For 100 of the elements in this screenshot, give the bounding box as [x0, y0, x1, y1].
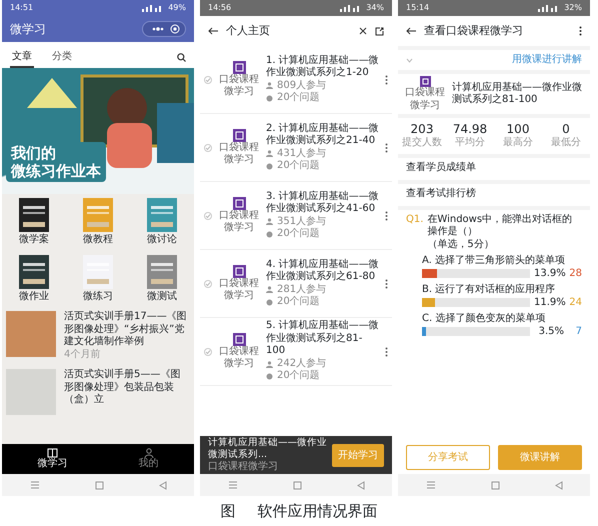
status-time: 15:14 — [406, 3, 430, 13]
participant-count: 281人参与 — [277, 284, 326, 296]
popup-publisher: 口袋课程微学习 — [208, 460, 279, 474]
article-title[interactable]: 活页式实训手册17——《图形图像处理》“乡村振兴”党建文化墙制作举例 — [64, 311, 190, 348]
question-dot-icon — [266, 94, 273, 102]
course-title[interactable]: 2. 计算机应用基础——微作业微测试系列之21-40 — [266, 122, 381, 148]
course-title[interactable]: 4. 计算机应用基础——微作业微测试系列之61-80 — [266, 258, 381, 284]
answer-count: 28 — [568, 268, 582, 280]
course-title[interactable]: 1. 计算机应用基础——微作业微测试系列之1-20 — [266, 54, 381, 80]
publisher-name: 口袋课程微学习 — [218, 210, 260, 234]
back-arrow-icon[interactable] — [406, 27, 416, 35]
question-dot-icon — [266, 373, 273, 380]
share-icon[interactable] — [375, 26, 384, 36]
person-icon — [266, 150, 273, 158]
back-arrow-icon[interactable] — [208, 27, 218, 35]
answer-count: 7 — [574, 326, 582, 338]
question-number: Q1. — [406, 214, 424, 226]
check-circle-icon — [204, 212, 212, 220]
publisher-name: 口袋课程微学习 — [218, 142, 260, 166]
back-icon[interactable] — [356, 480, 364, 490]
course-logo-icon — [232, 332, 246, 346]
stat-value: 100 — [506, 122, 530, 136]
category-label[interactable]: 微作业 — [19, 290, 49, 303]
category-label[interactable]: 微练习 — [83, 290, 113, 303]
option-label: B. 运行了有对话框的应用程序 — [422, 284, 556, 295]
course-logo-icon — [232, 196, 246, 210]
person-icon — [266, 286, 273, 294]
back-icon[interactable] — [554, 480, 562, 490]
more-icon[interactable] — [385, 278, 388, 288]
menu-icon[interactable] — [30, 481, 40, 489]
percentage: 11.9% — [534, 296, 564, 309]
person-icon — [266, 360, 273, 368]
percentage: 13.9% — [534, 268, 564, 280]
back-icon[interactable] — [158, 480, 166, 490]
participant-count: 351人参与 — [277, 216, 326, 228]
category-label[interactable]: 微学案 — [19, 234, 49, 246]
search-icon[interactable] — [177, 53, 186, 62]
stat-value: 0 — [562, 122, 570, 137]
course-title[interactable]: 5. 计算机应用基础——微作业微测试系列之81-100 — [266, 320, 381, 358]
participant-count: 242人参与 — [277, 358, 326, 370]
question-dot-icon — [266, 298, 273, 306]
more-icon[interactable] — [579, 26, 582, 36]
capsule-menu-icon[interactable] — [142, 21, 186, 37]
tab[interactable]: 分类 — [50, 48, 74, 68]
category-label[interactable]: 微讨论 — [147, 234, 177, 246]
app-title: 微学习 — [10, 22, 46, 36]
question-count: 20个问题 — [277, 92, 320, 104]
check-circle-icon — [204, 144, 212, 152]
check-circle-icon — [204, 280, 212, 288]
question-note: （单选，5分） — [427, 238, 495, 251]
publisher-name: 口袋课程微学习 — [404, 87, 446, 112]
status-time: 14:51 — [10, 3, 34, 13]
course-logo-icon — [232, 128, 246, 142]
option-label: C. 选择了颜色变灰的菜单项 — [422, 313, 546, 324]
page-title: 个人主页 — [226, 24, 271, 38]
category-label[interactable]: 微教程 — [83, 234, 113, 246]
book-cover-icon[interactable] — [19, 254, 49, 288]
menu-icon[interactable] — [426, 481, 436, 489]
home-icon[interactable] — [490, 480, 500, 490]
battery-percentage: 34% — [366, 3, 384, 13]
check-circle-icon — [204, 348, 212, 356]
participant-count: 809人参与 — [277, 80, 326, 92]
stat-label: 最低分 — [551, 137, 581, 150]
nav-item[interactable]: 我的 — [138, 448, 158, 470]
course-title[interactable]: 3. 计算机应用基础——微作业微测试系列之41-60 — [266, 190, 381, 216]
more-icon[interactable] — [385, 142, 388, 152]
menu-icon[interactable] — [228, 481, 238, 489]
option-label: A. 选择了带三角形箭头的菜单项 — [422, 255, 566, 266]
question-count: 20个问题 — [277, 370, 320, 383]
banner-title: 我们的 — [11, 144, 57, 162]
stat-label: 最高分 — [503, 137, 533, 150]
article-title[interactable]: 活页式实训手册5——《图形图像处理》包装品包装（盒）立 — [64, 369, 190, 406]
close-icon[interactable] — [359, 27, 367, 35]
question-text: 在Windows中，能弹出对话框的操作是（） — [427, 214, 574, 238]
page-title: 查看口袋课程微学习 — [424, 24, 524, 38]
book-cover-icon[interactable] — [19, 198, 49, 232]
photo-placeholder — [6, 369, 56, 415]
more-icon[interactable] — [385, 346, 388, 356]
photo-placeholder — [6, 311, 56, 357]
percentage: 3.5% — [538, 326, 564, 338]
nav-item[interactable]: 微学习 — [38, 448, 68, 470]
course-title: 计算机应用基础——微作业微测试系列之81-100 — [452, 82, 583, 106]
publisher-name: 口袋课程微学习 — [218, 74, 260, 98]
home-icon[interactable] — [94, 480, 104, 490]
course-logo-icon — [232, 264, 246, 278]
more-icon[interactable] — [385, 74, 388, 84]
banner-title: 微练习作业本 — [11, 162, 101, 180]
figure-caption: 软件应用情况界面 — [258, 502, 378, 521]
category-label[interactable]: 微测试 — [147, 290, 177, 303]
figure-label: 图 — [220, 502, 236, 521]
course-logo-icon — [232, 60, 246, 74]
question-count: 20个问题 — [277, 160, 320, 172]
check-circle-icon — [204, 76, 212, 84]
popup-title: 计算机应用基础——微作业微测试系列... — [208, 436, 328, 461]
publisher-name: 口袋课程微学习 — [218, 346, 260, 370]
home-icon[interactable] — [292, 480, 302, 490]
question-count: 20个问题 — [277, 228, 320, 240]
more-icon[interactable] — [385, 210, 388, 220]
status-time: 14:56 — [208, 3, 232, 13]
person-icon — [144, 448, 154, 458]
